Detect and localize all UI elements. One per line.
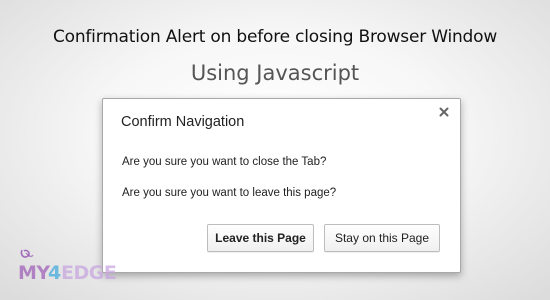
brand-logo-mark: MY 4 EDGE — [18, 249, 117, 284]
page-subtitle: Using Javascript — [190, 61, 360, 85]
close-button[interactable] — [436, 104, 452, 120]
svg-text:4: 4 — [48, 262, 61, 284]
stay-on-page-button[interactable]: Stay on this Page — [324, 224, 440, 252]
svg-text:MY: MY — [18, 262, 50, 284]
confirm-navigation-dialog: Confirm Navigation Are you sure you want… — [102, 98, 461, 273]
dialog-message: Are you sure you want to leave this page… — [122, 187, 337, 199]
close-icon — [439, 107, 449, 117]
dialog-title: Confirm Navigation — [121, 114, 245, 130]
leave-page-button[interactable]: Leave this Page — [207, 224, 314, 252]
page-title: Confirmation Alert on before closing Bro… — [52, 27, 498, 47]
svg-text:EDGE: EDGE — [61, 262, 116, 284]
dialog-message: Are you sure you want to close the Tab? — [122, 156, 327, 168]
brand-logo: MY 4 EDGE — [18, 246, 138, 286]
